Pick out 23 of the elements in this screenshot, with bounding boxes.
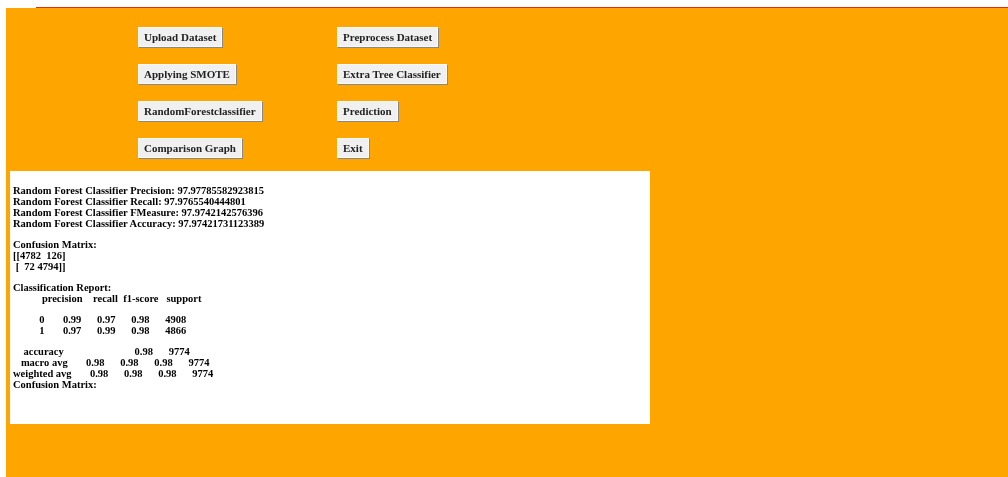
output-line: [[4782 126] [13,250,66,261]
action-button[interactable]: RandomForestclassifier [138,101,262,122]
output-line: accuracy 0.98 9774 [22,346,190,357]
output-line: Random Forest Classifier Precision: 97.97785582923815 [13,185,265,196]
action-button[interactable]: Upload Dataset [138,27,223,48]
output-line: precision recall f1-score support [40,293,202,304]
action-button[interactable]: Applying SMOTE [138,64,236,85]
action-button[interactable]: Exit [337,138,369,159]
output-line: Random Forest Classifier Recall: 97.9765540444801 [13,196,246,207]
action-button[interactable]: Prediction [337,101,398,122]
output-line: macro avg 0.98 0.98 0.98 9774 [19,357,210,368]
action-button[interactable]: Preprocess Dataset [337,27,439,48]
output-line: 0 0.99 0.97 0.98 4908 [38,314,187,325]
output-line: 1 0.97 0.99 0.98 4866 [38,325,187,336]
output-line: [ 72 4794]] [14,261,66,272]
output-line: weighted avg 0.98 0.98 0.98 9774 [13,368,214,379]
output-line: Random Forest Classifier Accuracy: 97.97421731123389 [13,218,265,229]
action-button[interactable]: Comparison Graph [138,138,242,159]
output-line: Confusion Matrix: [13,239,97,250]
output-line: Confusion Matrix: [13,379,97,390]
action-button[interactable]: Extra Tree Classifier [337,64,447,85]
output-line: Random Forest Classifier FMeasure: 97.9742142576396 [13,207,263,218]
output-line: Classification Report: [13,282,112,293]
